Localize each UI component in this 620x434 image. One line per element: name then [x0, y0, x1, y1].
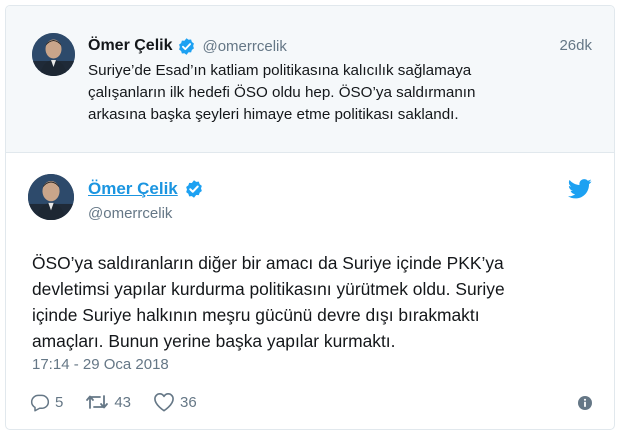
parent-text-line: Suriye’de Esad’ın katliam politikasına k…: [88, 62, 472, 79]
parent-text-line: çalışanların ilk hedefi ÖSO oldu hep. ÖS…: [88, 84, 476, 101]
heart-icon: [154, 393, 174, 412]
parent-tweet-text: Suriye’de Esad’ın katliam politikasına k…: [88, 60, 578, 126]
parent-author-name[interactable]: Ömer Çelik: [88, 37, 172, 55]
retweet-count: 43: [114, 393, 132, 411]
info-icon[interactable]: [578, 396, 592, 410]
verified-badge-icon: [184, 179, 204, 199]
tweet-actions: 5 43 36: [30, 392, 219, 412]
main-tweet-text: ÖSO’ya saldıranların diğer bir amacı da …: [32, 250, 602, 354]
main-author-name[interactable]: Ömer Çelik: [88, 179, 178, 199]
main-author-handle[interactable]: @omerrcelik: [88, 205, 172, 222]
reply-count: 5: [55, 393, 64, 411]
parent-tweet[interactable]: Ömer Çelik @omerrcelik 26dk Suriye’de Es…: [6, 6, 614, 153]
main-avatar[interactable]: [28, 174, 74, 220]
embedded-tweet-card: Ömer Çelik @omerrcelik 26dk Suriye’de Es…: [5, 5, 615, 430]
tweet-datetime[interactable]: 17:14 - 29 Oca 2018: [32, 356, 169, 373]
main-text-line: içinde Suriye halkının meşru gücünü devr…: [32, 305, 480, 325]
main-text-line: amaçları. Bunun yerine başka yapılar kur…: [32, 331, 396, 351]
parent-avatar[interactable]: [32, 33, 75, 76]
twitter-bird-icon[interactable]: [567, 179, 592, 199]
reply-icon: [30, 394, 50, 412]
main-author-row: Ömer Çelik: [88, 179, 204, 199]
reply-button[interactable]: 5: [30, 392, 63, 412]
main-text-line: devletimsi yapılar kurdurma politikasını…: [32, 279, 505, 299]
parent-text-line: arkasına başka şeyleri himaye etme polit…: [88, 106, 459, 123]
like-count: 36: [180, 393, 197, 411]
like-button[interactable]: 36: [153, 392, 197, 412]
verified-badge-icon: [177, 37, 196, 56]
parent-timestamp[interactable]: 26dk: [559, 37, 592, 54]
retweet-button[interactable]: 43: [85, 392, 131, 412]
parent-author-handle[interactable]: @omerrcelik: [202, 38, 286, 55]
retweet-icon: [86, 395, 109, 409]
parent-header: Ömer Çelik @omerrcelik: [88, 35, 287, 57]
main-text-line: ÖSO’ya saldıranların diğer bir amacı da …: [32, 253, 504, 273]
